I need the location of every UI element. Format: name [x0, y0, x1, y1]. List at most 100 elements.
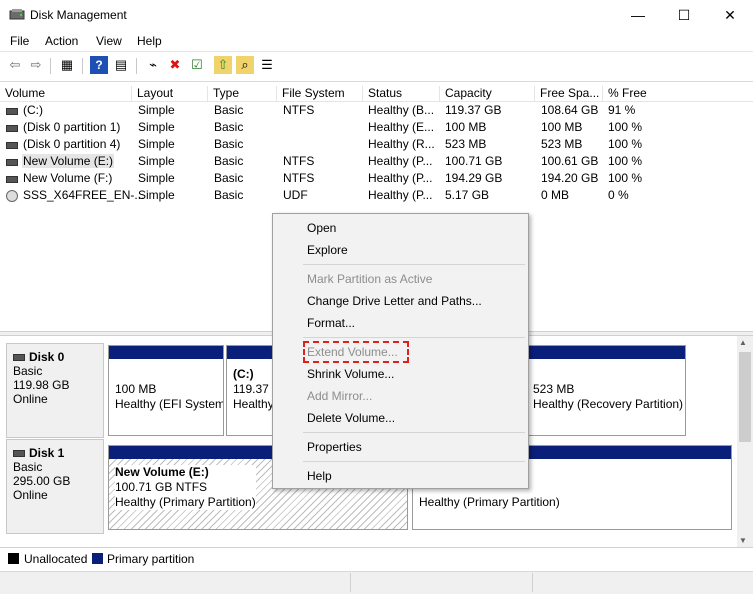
- partition-size: 523 MB: [533, 382, 575, 396]
- cell-free-space: 100 MB: [541, 120, 583, 134]
- delete-icon[interactable]: ✖: [166, 56, 184, 74]
- drive-icon: [6, 176, 18, 183]
- column-header-free-space[interactable]: Free Spa...: [535, 86, 603, 102]
- cell-volume: (Disk 0 partition 1): [23, 120, 121, 134]
- menu-change-drive-letter[interactable]: Change Drive Letter and Paths...: [307, 294, 482, 308]
- table-row[interactable]: New Volume (F:) Simple Basic NTFS Health…: [0, 171, 753, 188]
- cell-capacity: 119.37 GB: [445, 103, 502, 117]
- cell-capacity: 100 MB: [445, 120, 487, 134]
- drive-icon: [6, 159, 18, 166]
- maximize-button[interactable]: ☐: [661, 0, 707, 30]
- cell-layout: Simple: [138, 103, 175, 117]
- back-icon[interactable]: ⇦: [6, 56, 24, 74]
- checklist-icon[interactable]: ☑: [188, 56, 206, 74]
- cell-capacity: 5.17 GB: [445, 188, 490, 202]
- settings-icon[interactable]: ☰: [258, 56, 276, 74]
- menu-delete-volume[interactable]: Delete Volume...: [307, 411, 395, 425]
- status-bar: [0, 571, 753, 594]
- menu-mark-partition-active: Mark Partition as Active: [307, 272, 433, 286]
- cell-volume: New Volume (F:): [23, 171, 113, 185]
- partition-status: Healthy (Recovery Partition): [533, 397, 684, 411]
- window-title: Disk Management: [30, 8, 127, 22]
- cell-percent-free: 91 %: [608, 103, 636, 117]
- column-header-status[interactable]: Status: [363, 86, 440, 102]
- legend-primary-label: Primary partition: [107, 552, 195, 566]
- scroll-down-icon[interactable]: ▼: [739, 536, 747, 545]
- cell-layout: Simple: [138, 188, 175, 202]
- status-separator: [532, 573, 533, 592]
- table-row[interactable]: (Disk 0 partition 4) Simple Basic Health…: [0, 137, 753, 154]
- column-header-capacity[interactable]: Capacity: [440, 86, 535, 102]
- menu-separator: [303, 461, 525, 462]
- column-header-type[interactable]: Type: [208, 86, 277, 102]
- close-button[interactable]: ✕: [707, 0, 753, 30]
- menu-explore[interactable]: Explore: [307, 243, 348, 257]
- menu-help[interactable]: Help: [137, 34, 162, 48]
- menu-open[interactable]: Open: [307, 221, 336, 235]
- toolbar-separator: [82, 58, 83, 74]
- close-icon: ✕: [724, 6, 736, 23]
- disk-1-info[interactable]: Disk 1 Basic 295.00 GB Online: [6, 439, 104, 534]
- maximize-icon: ☐: [677, 6, 691, 23]
- column-header-percent-free[interactable]: % Free: [603, 86, 753, 102]
- connect-drive-icon[interactable]: ⌁: [144, 56, 162, 74]
- legend-unallocated-label: Unallocated: [24, 552, 88, 566]
- table-row[interactable]: (C:) Simple Basic NTFS Healthy (B... 119…: [0, 103, 753, 120]
- unallocated-swatch: [8, 553, 19, 564]
- partition-efi[interactable]: 100 MB Healthy (EFI System: [108, 345, 224, 436]
- scroll-up-icon[interactable]: ▲: [739, 338, 747, 347]
- drive-icon: [6, 108, 18, 115]
- drive-icon: [6, 125, 18, 132]
- cell-file-system: NTFS: [283, 154, 315, 168]
- forward-icon[interactable]: ⇨: [27, 56, 45, 74]
- column-header-layout[interactable]: Layout: [132, 86, 208, 102]
- disk-0-info[interactable]: Disk 0 Basic 119.98 GB Online: [6, 343, 104, 438]
- table-row[interactable]: SSS_X64FREE_EN-... Simple Basic UDF Heal…: [0, 188, 753, 205]
- table-row[interactable]: (Disk 0 partition 1) Simple Basic Health…: [0, 120, 753, 137]
- cell-file-system: NTFS: [283, 103, 315, 117]
- minimize-icon: —: [631, 7, 645, 23]
- cell-volume: (Disk 0 partition 4): [23, 137, 121, 151]
- menu-extend-volume: Extend Volume...: [307, 345, 398, 359]
- cell-file-system: UDF: [283, 188, 308, 202]
- cell-type: Basic: [214, 188, 244, 202]
- cell-status: Healthy (R...: [368, 137, 435, 151]
- partition-status: Healthy (Primary Partition): [419, 495, 560, 509]
- scrollbar-thumb[interactable]: [739, 352, 751, 442]
- disk-state: Online: [13, 392, 48, 406]
- table-row[interactable]: New Volume (E:) Simple Basic NTFS Health…: [0, 154, 753, 171]
- import-icon[interactable]: ⇧: [214, 56, 232, 74]
- status-separator: [350, 573, 351, 592]
- menu-separator: [303, 337, 525, 338]
- disk-management-app-icon: [9, 9, 25, 20]
- cell-capacity: 194.29 GB: [445, 171, 503, 185]
- menu-file[interactable]: File: [10, 34, 29, 48]
- cell-file-system: NTFS: [283, 171, 315, 185]
- menu-view[interactable]: View: [96, 34, 122, 48]
- disk-name: Disk 0: [29, 350, 65, 364]
- cell-volume: (C:): [23, 103, 43, 117]
- minimize-button[interactable]: —: [615, 0, 661, 30]
- disk-name: Disk 1: [29, 446, 65, 460]
- menu-properties[interactable]: Properties: [307, 440, 362, 454]
- column-header-volume[interactable]: Volume: [0, 86, 132, 102]
- menu-add-mirror: Add Mirror...: [307, 389, 373, 403]
- cell-free-space: 108.64 GB: [541, 103, 599, 117]
- menu-action[interactable]: Action: [45, 34, 78, 48]
- disk-size: 119.98 GB: [13, 378, 70, 392]
- show-hide-tree-icon[interactable]: ▦: [58, 56, 76, 74]
- menu-help[interactable]: Help: [307, 469, 332, 483]
- disk-size: 295.00 GB: [13, 474, 71, 488]
- partition-recovery[interactable]: 523 MB Healthy (Recovery Partition): [526, 345, 686, 436]
- context-menu: Open Explore Mark Partition as Active Ch…: [272, 213, 529, 489]
- search-icon[interactable]: ⌕: [236, 56, 254, 74]
- cd-drive-icon: [6, 190, 18, 202]
- cell-percent-free: 100 %: [608, 120, 643, 134]
- cell-volume: New Volume (E:): [22, 154, 115, 168]
- help-icon[interactable]: ?: [90, 56, 108, 74]
- column-header-file-system[interactable]: File System: [277, 86, 363, 102]
- cell-type: Basic: [214, 137, 244, 151]
- menu-shrink-volume[interactable]: Shrink Volume...: [307, 367, 394, 381]
- properties-icon[interactable]: ▤: [112, 56, 130, 74]
- menu-format[interactable]: Format...: [307, 316, 355, 330]
